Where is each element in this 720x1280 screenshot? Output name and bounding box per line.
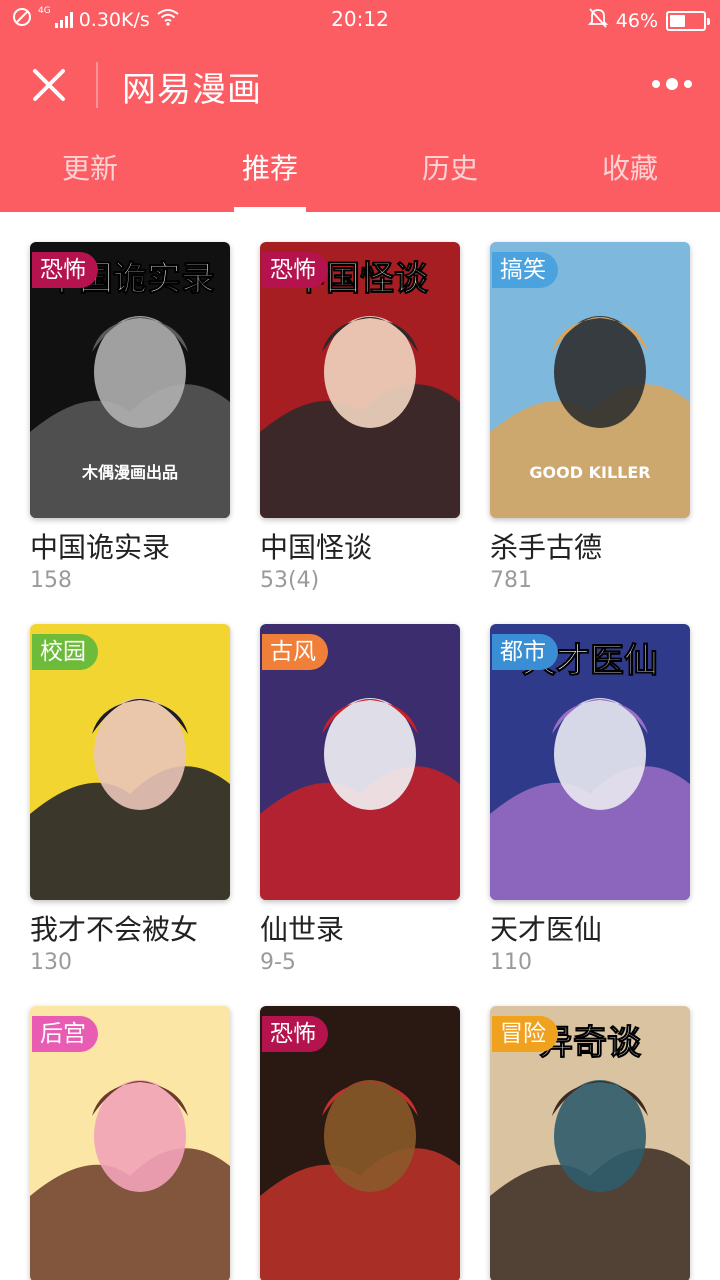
- tab-recommend[interactable]: 推荐: [180, 130, 360, 212]
- title-divider: [96, 62, 98, 108]
- title-bar: 网易漫画: [0, 40, 720, 130]
- more-button[interactable]: [644, 64, 700, 104]
- cover-figure: [554, 316, 646, 428]
- close-button[interactable]: [24, 60, 74, 110]
- close-icon: [33, 69, 65, 101]
- cover-figure: [324, 1080, 416, 1192]
- comic-grid: 中国诡实录 木偶漫画出品 恐怖 中国诡实录 158 中国怪谈 恐怖 中国怪谈 53…: [0, 212, 720, 1280]
- more-dot-icon: [684, 80, 692, 88]
- battery-icon: [666, 10, 710, 31]
- comic-title: 我才不会被女: [30, 913, 199, 946]
- genre-tag: 搞笑: [492, 252, 558, 288]
- mute-bell-icon: [587, 7, 608, 34]
- cover-subtitle-text: 木偶漫画出品: [81, 463, 178, 482]
- more-dot-icon: [652, 80, 660, 88]
- chapter-count: 130: [30, 950, 72, 975]
- chapter-count: 110: [490, 950, 532, 975]
- app-header: 4G 0.30K/s 20:12 46% 网易漫画 更新 推荐 历史 收藏: [0, 0, 720, 212]
- chapter-count: 9-5: [260, 950, 296, 975]
- cover-subtitle-text: GOOD KILLER: [529, 463, 650, 482]
- cover-figure: [324, 698, 416, 810]
- comic-title: 杀手古德: [490, 531, 603, 564]
- battery-percent: 46%: [615, 9, 658, 32]
- tab-favorites[interactable]: 收藏: [540, 130, 720, 212]
- cover-figure: [554, 1080, 646, 1192]
- comic-title: 天才医仙: [490, 913, 603, 946]
- chapter-count: 53(4): [260, 568, 320, 593]
- more-dot-icon: [666, 78, 678, 90]
- comic-title: 中国诡实录: [30, 531, 171, 564]
- tab-updates[interactable]: 更新: [0, 130, 180, 212]
- page-title: 网易漫画: [122, 70, 262, 110]
- cover-figure: [324, 316, 416, 428]
- status-bar: 4G 0.30K/s 20:12 46%: [0, 0, 720, 40]
- cover-figure: [94, 698, 186, 810]
- comic-title: 仙世录: [260, 913, 345, 946]
- genre-tag: 恐怖: [262, 1016, 328, 1052]
- cover-figure: [94, 1080, 186, 1192]
- genre-tag: 后宫: [32, 1016, 98, 1052]
- genre-tag: 古风: [262, 634, 328, 670]
- chapter-count: 158: [30, 568, 72, 593]
- comic-title: 中国怪谈: [260, 531, 373, 564]
- genre-tag: 校园: [32, 634, 98, 670]
- genre-tag: 都市: [492, 634, 558, 670]
- tab-history[interactable]: 历史: [360, 130, 540, 212]
- genre-tag: 恐怖: [32, 252, 98, 288]
- cover-figure: [554, 698, 646, 810]
- chapter-count: 781: [490, 568, 532, 593]
- cover-figure: [94, 316, 186, 428]
- genre-tag: 冒险: [492, 1016, 558, 1052]
- genre-tag: 恐怖: [262, 252, 328, 288]
- tab-bar: 更新 推荐 历史 收藏: [0, 130, 720, 212]
